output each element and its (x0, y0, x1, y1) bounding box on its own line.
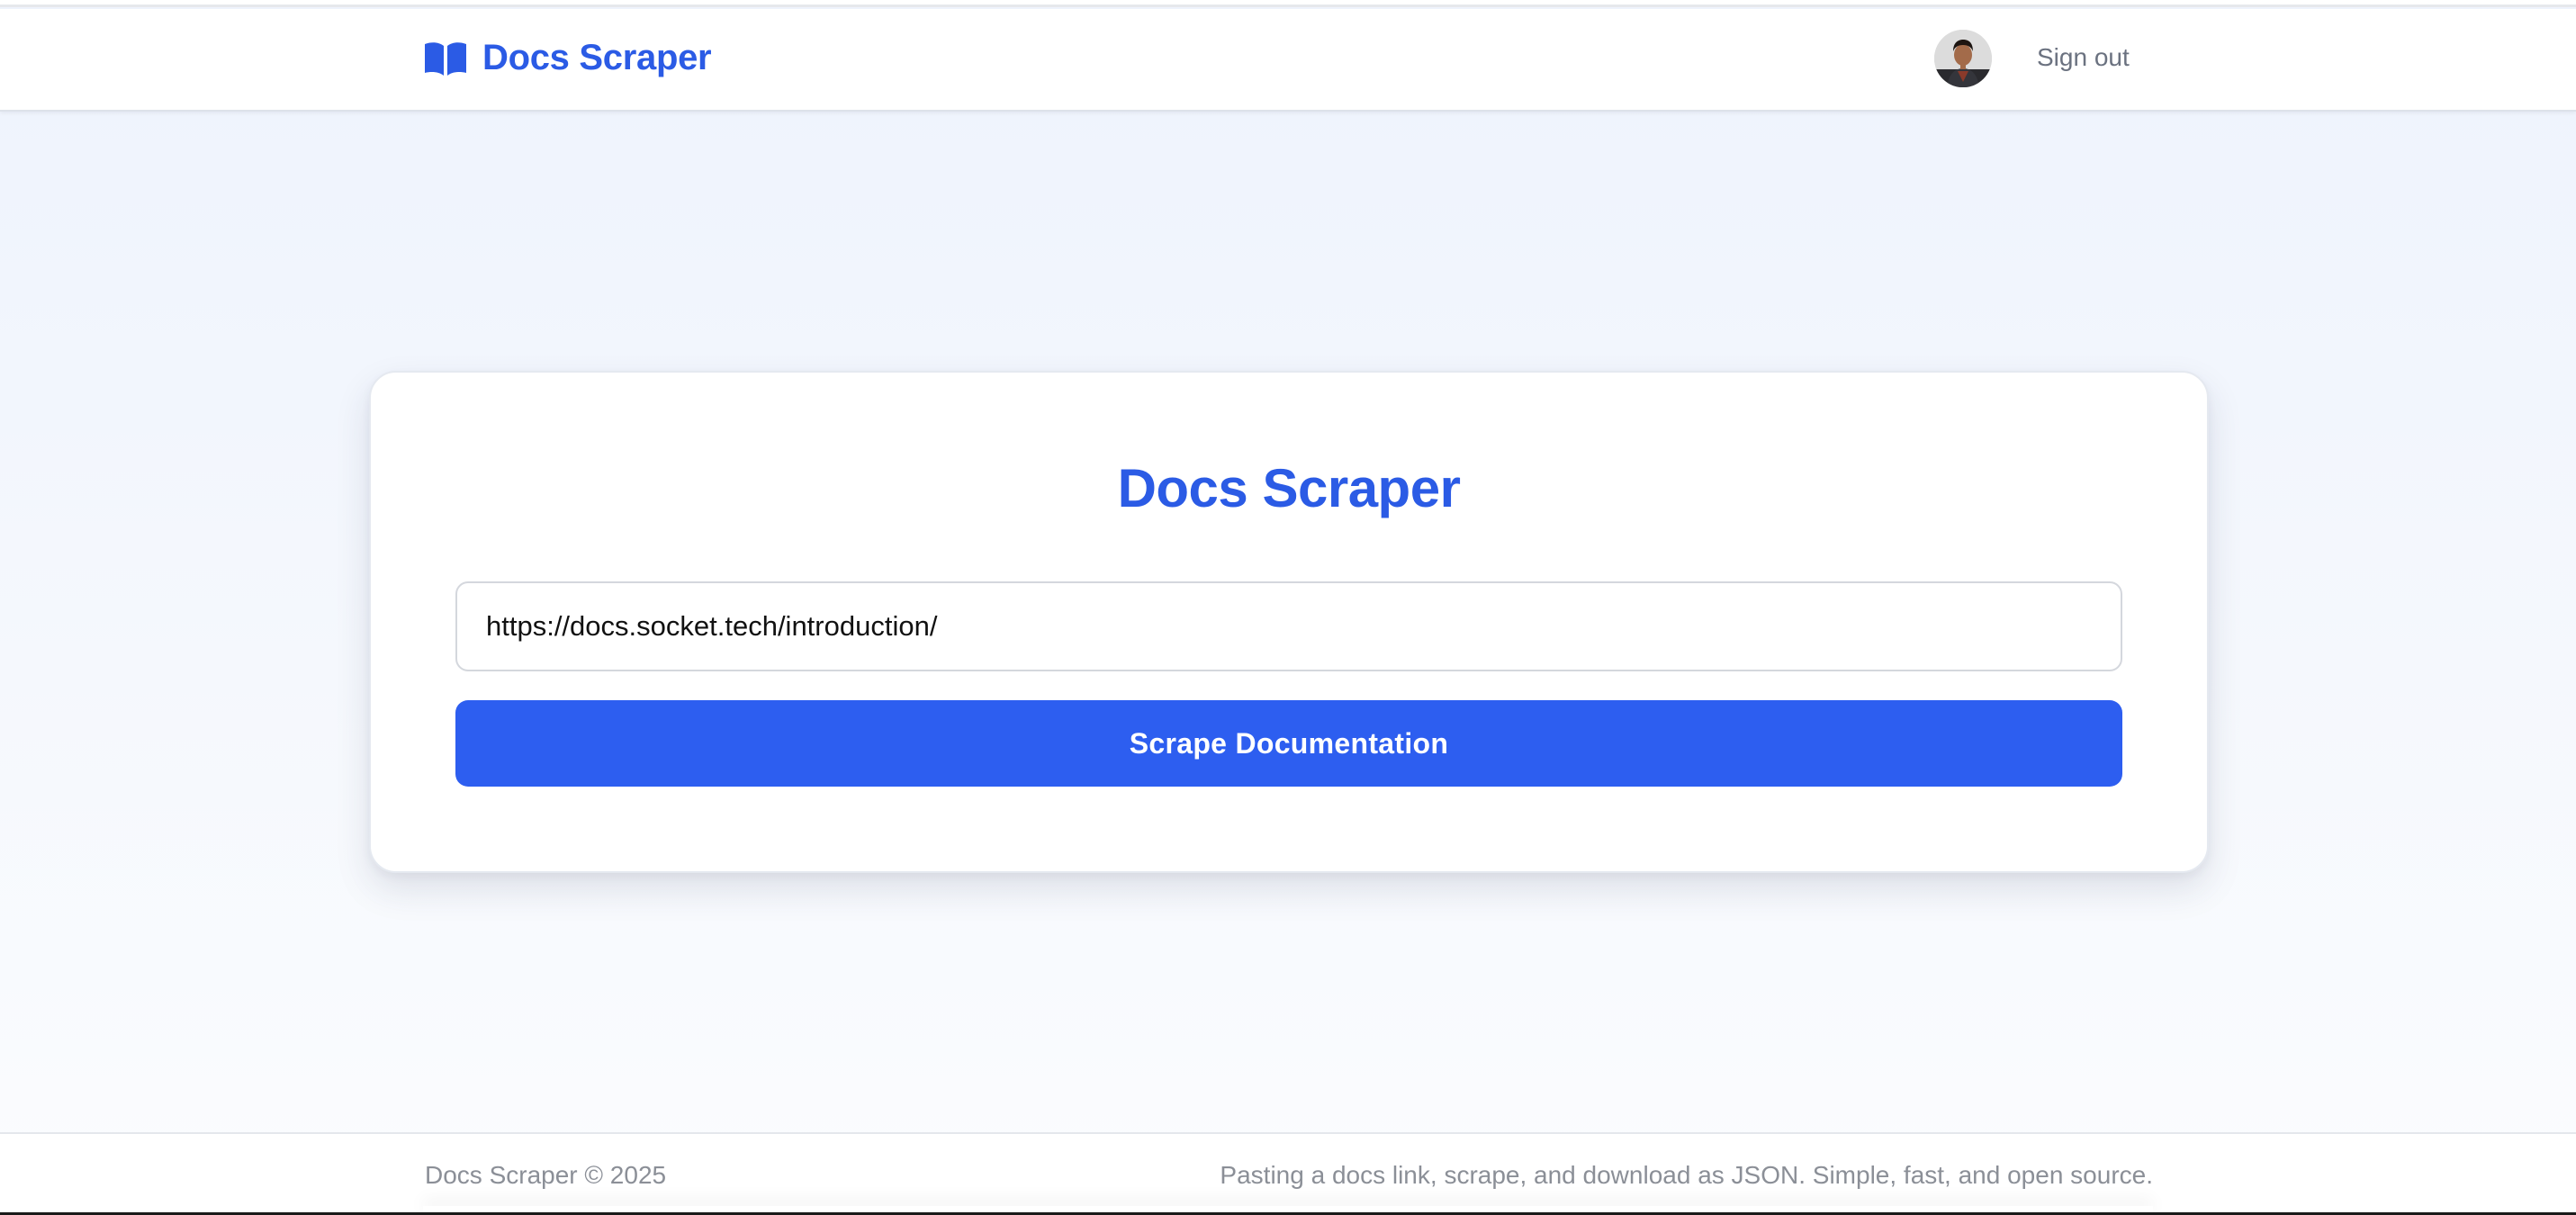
brand-name: Docs Scraper (482, 38, 712, 77)
window-top-edge (0, 0, 2576, 7)
sign-out-button[interactable]: Sign out (2037, 43, 2130, 72)
scraper-card: Docs Scraper Scrape Documentation (369, 371, 2209, 873)
footer-copyright: Docs Scraper © 2025 (425, 1161, 667, 1189)
top-navbar: Docs Scraper Sign out (0, 9, 2576, 112)
open-book-icon (425, 41, 466, 76)
footer-tagline: Pasting a docs link, scrape, and downloa… (1220, 1161, 2153, 1189)
docs-url-input[interactable] (455, 581, 2122, 671)
page-footer: Docs Scraper © 2025 Pasting a docs link,… (0, 1132, 2576, 1215)
user-avatar[interactable] (1934, 30, 1992, 87)
page-title: Docs Scraper (1117, 458, 1461, 518)
scrape-documentation-button[interactable]: Scrape Documentation (455, 700, 2122, 787)
brand-link[interactable]: Docs Scraper (423, 38, 712, 78)
avatar-image (1934, 30, 1992, 87)
